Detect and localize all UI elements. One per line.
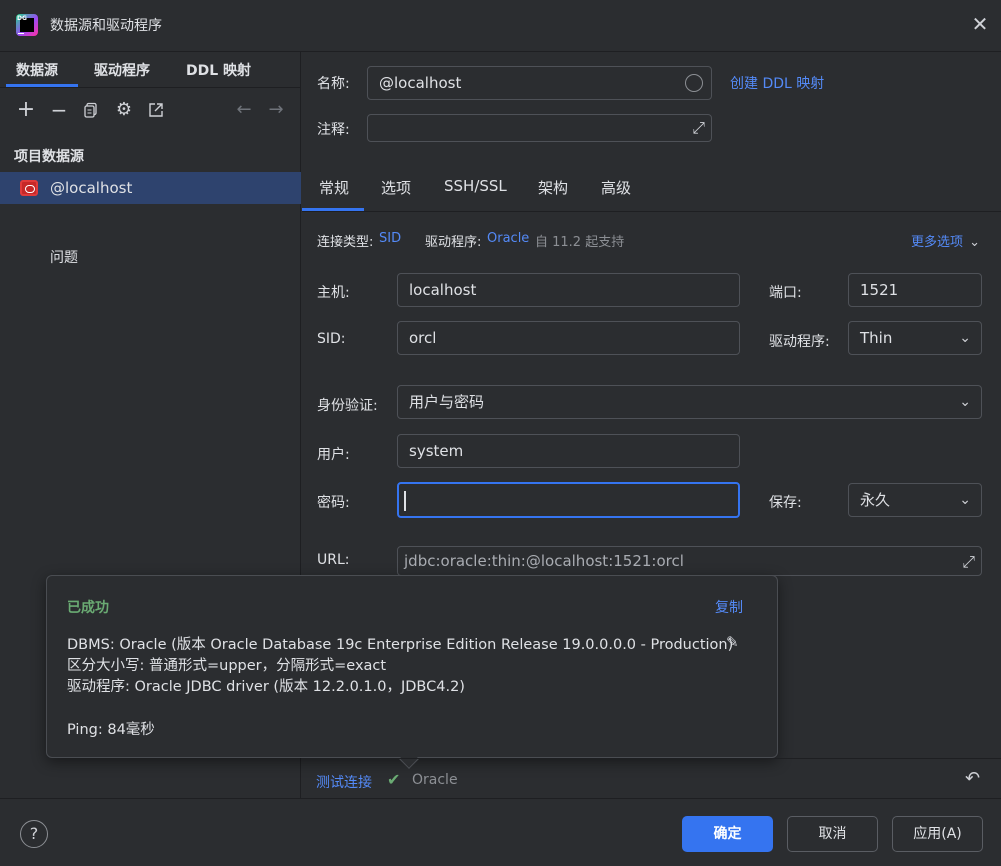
chevron-down-icon: ⌄ bbox=[959, 394, 971, 410]
color-circle-icon[interactable] bbox=[685, 74, 703, 92]
auth-label: 身份验证: bbox=[317, 398, 378, 414]
tab-schemas[interactable]: 架构 bbox=[538, 177, 568, 198]
create-ddl-mapping-link[interactable]: 创建 DDL 映射 bbox=[730, 73, 824, 93]
tab-options[interactable]: 选项 bbox=[381, 177, 411, 198]
divider bbox=[0, 87, 301, 88]
password-field[interactable] bbox=[397, 482, 740, 518]
copy-link[interactable]: 复制 bbox=[715, 597, 743, 617]
test-connection-link[interactable]: 测试连接 bbox=[316, 772, 372, 792]
driver-support-note: 自 11.2 起支持 bbox=[535, 235, 625, 250]
driver-info: 驱动程序: Oracle JDBC driver (版本 12.2.0.1.0，… bbox=[67, 679, 465, 695]
window-title: 数据源和驱动程序 bbox=[50, 18, 162, 34]
connection-type-link[interactable]: SID bbox=[379, 231, 401, 246]
close-icon[interactable]: ✕ bbox=[968, 12, 992, 36]
tab-general[interactable]: 常规 bbox=[319, 177, 349, 198]
expand-icon[interactable]: ⤢ bbox=[962, 548, 975, 576]
test-connection-popup: 已成功 复制 DBMS: Oracle (版本 Oracle Database … bbox=[46, 575, 778, 758]
problems-item[interactable]: 问题 bbox=[50, 247, 78, 267]
driver-link[interactable]: Oracle bbox=[487, 231, 529, 246]
section-title: 项目数据源 bbox=[14, 149, 84, 165]
edit-icon[interactable]: ✎ bbox=[726, 633, 739, 651]
chevron-down-icon: ⌄ bbox=[959, 492, 971, 508]
check-icon: ✔ bbox=[387, 770, 401, 789]
forward-arrow-icon[interactable]: → bbox=[264, 98, 288, 122]
tab-advanced[interactable]: 高级 bbox=[601, 177, 631, 198]
tab-data-sources[interactable]: 数据源 bbox=[16, 60, 58, 80]
driver-type-label: 驱动程序: bbox=[769, 334, 830, 350]
oracle-icon bbox=[20, 180, 38, 196]
status-text: 已成功 bbox=[67, 600, 109, 616]
sid-label: SID: bbox=[317, 331, 346, 347]
dbms-info: DBMS: Oracle (版本 Oracle Database 19c Ent… bbox=[67, 637, 734, 653]
divider bbox=[302, 211, 1001, 212]
connection-type-label: 连接类型: bbox=[317, 235, 374, 250]
datasource-list-item[interactable] bbox=[0, 172, 301, 204]
user-field[interactable]: system bbox=[397, 434, 740, 468]
datasource-label: @localhost bbox=[50, 179, 133, 197]
host-label: 主机: bbox=[317, 285, 350, 301]
name-value: @localhost bbox=[379, 74, 462, 92]
revert-icon[interactable]: ↶ bbox=[965, 768, 980, 789]
more-options-link[interactable]: 更多选项 ⌄ bbox=[911, 231, 980, 250]
auth-select[interactable]: 用户与密码 ⌄ bbox=[397, 385, 982, 419]
tab-ssh-ssl[interactable]: SSH/SSL bbox=[444, 177, 507, 195]
test-result-label: Oracle bbox=[412, 772, 458, 788]
divider bbox=[302, 758, 1001, 759]
open-external-icon[interactable] bbox=[144, 98, 168, 122]
save-label: 保存: bbox=[769, 495, 802, 511]
datagrip-logo-icon: DG bbox=[16, 14, 38, 36]
case-sensitivity-info: 区分大小写: 普通形式=upper，分隔形式=exact bbox=[67, 658, 387, 674]
text-cursor bbox=[404, 491, 406, 511]
remove-icon[interactable]: − bbox=[47, 98, 71, 122]
ok-button[interactable]: 确定 bbox=[682, 816, 773, 852]
url-field[interactable]: jdbc:oracle:thin:@localhost:1521:orcl ⤢ bbox=[397, 546, 982, 576]
add-icon[interactable]: + bbox=[14, 98, 38, 122]
settings-icon[interactable]: ⚙ bbox=[112, 98, 136, 122]
duplicate-icon[interactable] bbox=[79, 98, 103, 122]
name-field[interactable]: @localhost bbox=[367, 66, 712, 100]
comment-label: 注释: bbox=[317, 122, 350, 138]
chevron-down-icon: ⌄ bbox=[959, 330, 971, 346]
sid-field[interactable]: orcl bbox=[397, 321, 740, 355]
port-field[interactable]: 1521 bbox=[848, 273, 982, 307]
save-select[interactable]: 永久 ⌄ bbox=[848, 483, 982, 517]
driver-type-select[interactable]: Thin ⌄ bbox=[848, 321, 982, 355]
user-label: 用户: bbox=[317, 447, 350, 463]
password-label: 密码: bbox=[317, 495, 350, 511]
back-arrow-icon[interactable]: ← bbox=[232, 98, 256, 122]
tab-drivers[interactable]: 驱动程序 bbox=[94, 60, 150, 80]
expand-icon[interactable]: ⤢ bbox=[692, 115, 705, 141]
url-label: URL: bbox=[317, 552, 350, 568]
ping-info: Ping: 84毫秒 bbox=[67, 722, 155, 738]
name-label: 名称: bbox=[317, 76, 350, 92]
chevron-down-icon: ⌄ bbox=[969, 235, 981, 250]
cancel-button[interactable]: 取消 bbox=[787, 816, 878, 852]
driver-label: 驱动程序: bbox=[425, 235, 482, 250]
apply-button[interactable]: 应用(A) bbox=[892, 816, 983, 852]
tab-ddl-mappings[interactable]: DDL 映射 bbox=[186, 60, 251, 80]
port-label: 端口: bbox=[769, 285, 802, 301]
divider bbox=[0, 798, 1001, 799]
help-button[interactable]: ? bbox=[20, 820, 48, 848]
host-field[interactable]: localhost bbox=[397, 273, 740, 307]
comment-field[interactable]: ⤢ bbox=[367, 114, 712, 142]
